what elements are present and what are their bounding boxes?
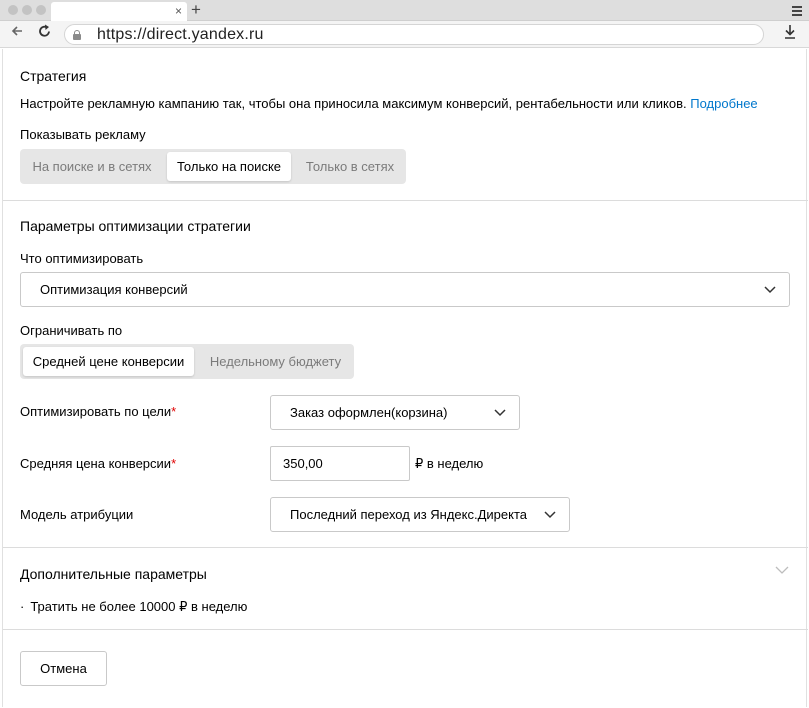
required-mark: * xyxy=(171,404,177,419)
chevron-down-icon xyxy=(544,511,556,519)
attribution-select[interactable]: Последний переход из Яндекс.Директа xyxy=(270,497,570,532)
avg-price-label: Средняя цена конверсии* xyxy=(20,456,176,471)
strategy-description-line: Настройте рекламную кампанию так, чтобы … xyxy=(20,96,758,111)
goal-label-text: Оптимизировать по цели xyxy=(20,404,172,419)
attribution-label: Модель атрибуции xyxy=(20,507,134,522)
url-text: https://direct.yandex.ru xyxy=(97,26,264,43)
browser-tab-bar: × + xyxy=(0,0,809,21)
what-optimize-select[interactable]: Оптимизация конверсий xyxy=(20,272,790,307)
tab-close-icon[interactable]: × xyxy=(175,3,182,19)
limit-by-switch: Средней цене конверсии Недельному бюджет… xyxy=(20,344,354,379)
browser-tab[interactable]: × xyxy=(51,2,187,21)
reload-icon[interactable] xyxy=(38,23,52,39)
extra-params-item: · Тратить не более 10000 ₽ в неделю xyxy=(20,599,247,615)
extra-params-title: Дополнительные параметры xyxy=(20,566,207,582)
more-link[interactable]: Подробнее xyxy=(690,96,757,111)
window-maximize-dot[interactable] xyxy=(36,5,46,15)
strategy-title: Стратегия xyxy=(20,68,87,84)
url-field[interactable]: https://direct.yandex.ru xyxy=(64,24,764,45)
browser-address-bar: https://direct.yandex.ru xyxy=(0,21,809,48)
limit-by-label: Ограничивать по xyxy=(20,323,123,338)
what-optimize-value: Оптимизация конверсий xyxy=(40,282,188,297)
show-ads-switch: На поиске и в сетях Только на поиске Тол… xyxy=(20,149,406,184)
show-ads-option-search-only[interactable]: Только на поиске xyxy=(167,152,291,181)
attribution-value: Последний переход из Яндекс.Директа xyxy=(290,507,528,522)
new-tab-icon[interactable]: + xyxy=(191,0,201,20)
goal-select[interactable]: Заказ оформлен(корзина) xyxy=(270,395,520,430)
page-content: Стратегия Настройте рекламную кампанию т… xyxy=(2,49,808,707)
menu-icon[interactable] xyxy=(792,6,802,18)
optimization-title: Параметры оптимизации стратегии xyxy=(20,218,251,234)
section-divider xyxy=(3,547,808,548)
show-ads-option-search-and-networks[interactable]: На поиске и в сетях xyxy=(23,152,161,181)
lock-icon xyxy=(73,30,81,40)
section-divider xyxy=(3,629,808,630)
limit-option-avg-conversion-price[interactable]: Средней цене конверсии xyxy=(23,347,194,376)
download-icon[interactable] xyxy=(783,24,797,40)
bullet: · xyxy=(20,599,25,614)
show-ads-label: Показывать рекламу xyxy=(20,127,146,142)
cancel-button[interactable]: Отмена xyxy=(20,651,107,686)
show-ads-option-networks-only[interactable]: Только в сетях xyxy=(297,152,403,181)
avg-price-input[interactable]: 350,00 xyxy=(270,446,410,481)
avg-price-unit: ₽ в неделю xyxy=(415,456,484,471)
section-divider xyxy=(3,200,808,201)
extra-params-item-text: Тратить не более 10000 ₽ в неделю xyxy=(30,599,248,614)
back-icon[interactable] xyxy=(10,24,24,38)
limit-option-weekly-budget[interactable]: Недельному бюджету xyxy=(200,347,351,376)
chevron-down-icon xyxy=(494,409,506,417)
required-mark: * xyxy=(171,456,177,471)
strategy-description: Настройте рекламную кампанию так, чтобы … xyxy=(20,96,687,111)
what-optimize-label: Что оптимизировать xyxy=(20,251,144,266)
chevron-down-icon xyxy=(764,286,776,294)
avg-price-label-text: Средняя цена конверсии xyxy=(20,456,172,471)
expand-chevron-icon[interactable] xyxy=(775,565,789,575)
window-close-dot[interactable] xyxy=(8,5,18,15)
goal-value: Заказ оформлен(корзина) xyxy=(290,405,448,420)
window-minimize-dot[interactable] xyxy=(22,5,32,15)
goal-label: Оптимизировать по цели* xyxy=(20,404,176,419)
